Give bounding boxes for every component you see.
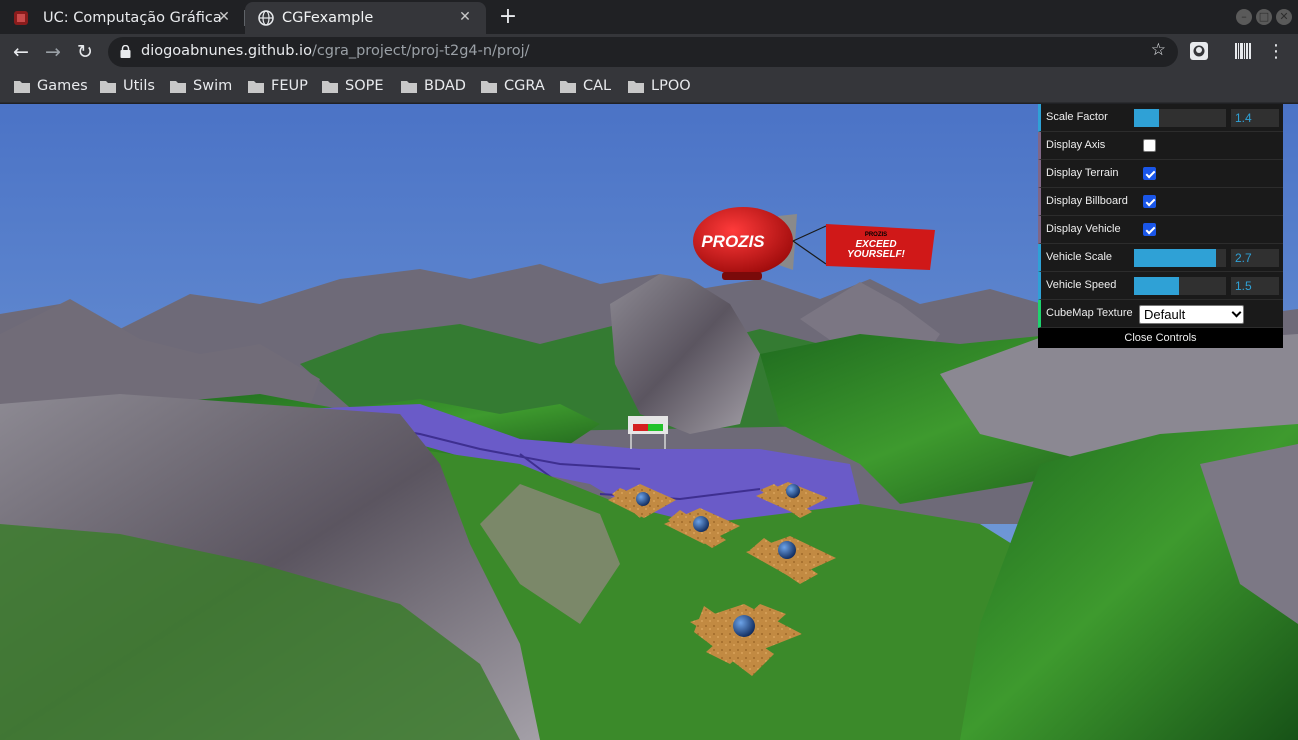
- cubemap-texture-control: CubeMap Texture Default: [1038, 300, 1283, 328]
- display-vehicle-control: Display Vehicle: [1038, 216, 1283, 244]
- back-arrow-icon[interactable]: ←: [10, 41, 32, 63]
- bookmark-label: SOPE: [345, 78, 384, 94]
- bookmark-label: Swim: [193, 78, 233, 94]
- chevron-down-icon: [1231, 307, 1242, 318]
- new-tab-button[interactable]: +: [497, 6, 519, 28]
- bookmark-label: Utils: [123, 78, 155, 94]
- banner-small-text: PROZIS: [865, 232, 887, 238]
- control-label: Vehicle Speed: [1046, 279, 1117, 291]
- tab-title: UC: Computação Gráfica: [43, 10, 222, 26]
- bookmark-label: CAL: [583, 78, 612, 94]
- slider-fill: [1134, 249, 1216, 267]
- bookmark-sope[interactable]: SOPE: [322, 76, 384, 96]
- page-favicon-icon: [14, 11, 28, 25]
- reload-icon[interactable]: ↻: [74, 41, 96, 63]
- folder-icon: [322, 80, 338, 93]
- select-value: Default: [1144, 307, 1186, 322]
- vehicle-speed-control: Vehicle Speed 1.5: [1038, 272, 1283, 300]
- minimize-button[interactable]: –: [1236, 9, 1252, 25]
- close-window-button[interactable]: ✕: [1276, 9, 1292, 25]
- scale-factor-input[interactable]: 1.4: [1231, 109, 1279, 127]
- folder-icon: [560, 80, 576, 93]
- github-extension-icon[interactable]: [1190, 42, 1208, 60]
- control-label: Display Terrain: [1046, 167, 1119, 179]
- control-label: Display Vehicle: [1046, 223, 1121, 235]
- folder-icon: [14, 80, 30, 93]
- bookmark-bdad[interactable]: BDAD: [401, 76, 466, 96]
- display-terrain-checkbox[interactable]: [1143, 167, 1156, 180]
- tab-uc-computacao-grafica[interactable]: UC: Computação Gráfica ✕: [0, 2, 245, 34]
- folder-icon: [628, 80, 644, 93]
- slider-fill: [1134, 109, 1159, 127]
- folder-icon: [401, 80, 417, 93]
- bookmark-cgra[interactable]: CGRA: [481, 76, 545, 96]
- control-label: Scale Factor: [1046, 111, 1108, 123]
- display-axis-control: Display Axis: [1038, 132, 1283, 160]
- bookmark-games[interactable]: Games: [14, 76, 88, 96]
- bookmark-label: Games: [37, 78, 88, 94]
- vehicle-speed-slider[interactable]: [1134, 277, 1226, 295]
- barcode-extension-icon[interactable]: [1234, 42, 1252, 60]
- bookmark-lpoo[interactable]: LPOO: [628, 76, 691, 96]
- control-label: Vehicle Scale: [1046, 251, 1113, 263]
- tab-cgfexample[interactable]: CGFexample ✕: [245, 2, 486, 34]
- close-controls-button[interactable]: Close Controls: [1038, 328, 1283, 348]
- vehicle-speed-input[interactable]: 1.5: [1231, 277, 1279, 295]
- controls-panel: Scale Factor 1.4 Display Axis Display Te…: [1038, 104, 1283, 348]
- tab-strip: UC: Computação Gráfica ✕ CGFexample ✕ + …: [0, 0, 1298, 34]
- control-label: CubeMap Texture: [1046, 307, 1133, 319]
- globe-icon: [258, 10, 274, 26]
- bookmark-label: CGRA: [504, 78, 545, 94]
- display-axis-checkbox[interactable]: [1143, 139, 1156, 152]
- banner-line-2: YOURSELF!: [847, 249, 905, 260]
- bookmark-label: BDAD: [424, 78, 466, 94]
- tab-title: CGFexample: [282, 10, 374, 26]
- bookmark-utils[interactable]: Utils: [100, 76, 155, 96]
- display-vehicle-checkbox[interactable]: [1143, 223, 1156, 236]
- bookmark-cal[interactable]: CAL: [560, 76, 611, 96]
- control-label: Display Billboard: [1046, 195, 1128, 207]
- folder-icon: [170, 80, 186, 93]
- forward-arrow-icon[interactable]: →: [42, 41, 64, 63]
- bookmark-label: LPOO: [651, 78, 691, 94]
- lock-icon: [120, 45, 131, 58]
- bookmark-swim[interactable]: Swim: [170, 76, 232, 96]
- close-icon[interactable]: ✕: [456, 8, 474, 26]
- bookmark-label: FEUP: [271, 78, 308, 94]
- maximize-button[interactable]: □: [1256, 9, 1272, 25]
- address-bar[interactable]: diogoabnunes.github.io/cgra_project/proj…: [108, 37, 1178, 67]
- scale-factor-control: Scale Factor 1.4: [1038, 104, 1283, 132]
- browser-toolbar: ← → ↻ diogoabnunes.github.io/cgra_projec…: [0, 34, 1298, 70]
- cubemap-texture-select[interactable]: Default: [1139, 305, 1244, 324]
- url-text: diogoabnunes.github.io/cgra_project/proj…: [141, 43, 530, 59]
- folder-icon: [481, 80, 497, 93]
- display-billboard-control: Display Billboard: [1038, 188, 1283, 216]
- control-label: Display Axis: [1046, 139, 1106, 151]
- close-icon[interactable]: ✕: [215, 8, 233, 26]
- vehicle-scale-control: Vehicle Scale 2.7: [1038, 244, 1283, 272]
- display-billboard-checkbox[interactable]: [1143, 195, 1156, 208]
- bookmark-feup[interactable]: FEUP: [248, 76, 308, 96]
- bookmarks-bar: Games Utils Swim FEUP SOPE BDAD CGRA CAL…: [0, 70, 1298, 103]
- url-path: /cgra_project/proj-t2g4-n/proj/: [311, 43, 530, 59]
- folder-icon: [248, 80, 264, 93]
- menu-kebab-icon[interactable]: ⋮: [1265, 41, 1287, 63]
- bookmark-star-icon[interactable]: ☆: [1151, 40, 1166, 60]
- vehicle-scale-slider[interactable]: [1134, 249, 1226, 267]
- folder-icon: [100, 80, 116, 93]
- blimp-logo: PROZIS: [701, 232, 765, 251]
- vehicle-scale-input[interactable]: 2.7: [1231, 249, 1279, 267]
- display-terrain-control: Display Terrain: [1038, 160, 1283, 188]
- url-host: diogoabnunes.github.io: [141, 43, 312, 59]
- scale-factor-slider[interactable]: [1134, 109, 1226, 127]
- slider-fill: [1134, 277, 1180, 295]
